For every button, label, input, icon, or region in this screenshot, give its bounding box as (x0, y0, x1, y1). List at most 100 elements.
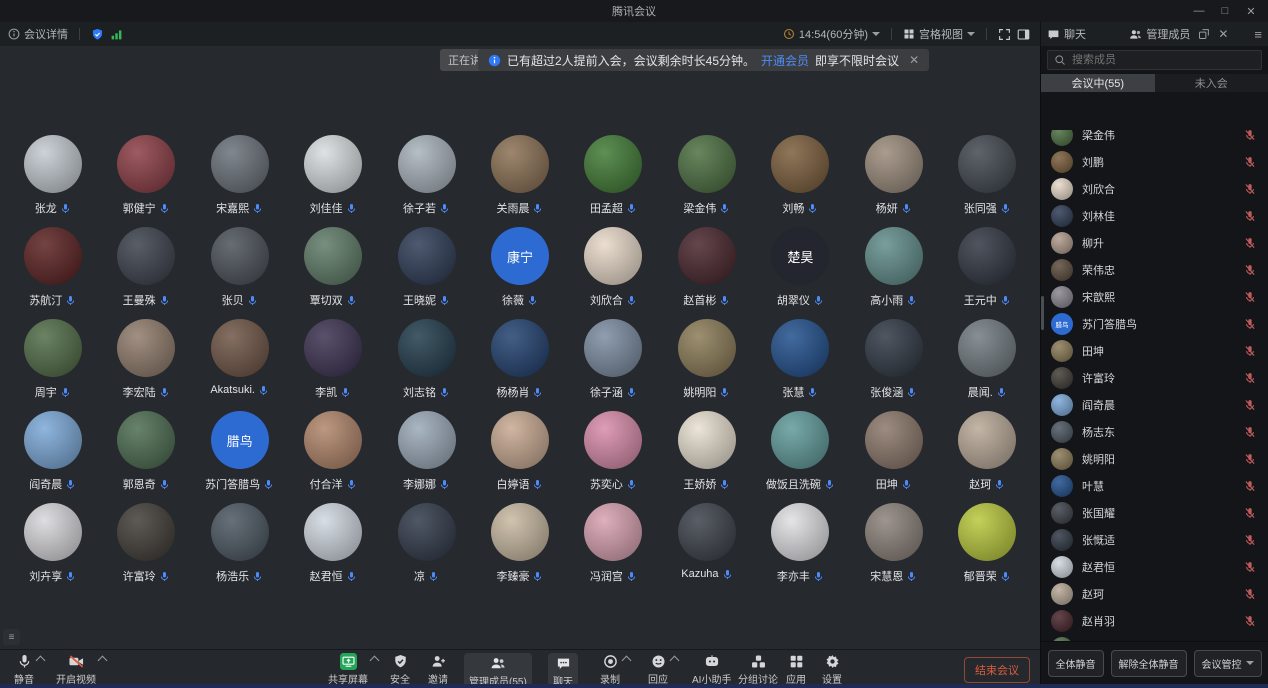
record-button[interactable]: 录制 (600, 653, 620, 686)
apps-button[interactable]: 应用 (786, 653, 806, 686)
member-row[interactable]: 叶慧 (1041, 472, 1268, 499)
participant-tile[interactable]: 凉 (380, 503, 473, 584)
participant-tile[interactable]: 高小雨 (847, 227, 940, 308)
member-row[interactable]: 荣伟忠 (1041, 256, 1268, 283)
participant-tile[interactable]: 腊鸟 苏门答腊鸟 (193, 411, 286, 492)
participant-tile[interactable]: 付合洋 (286, 411, 379, 492)
participant-tile[interactable]: Kazuha (660, 503, 753, 584)
fullscreen-icon[interactable] (998, 28, 1011, 41)
member-row[interactable]: 梁金伟 (1041, 130, 1268, 148)
banner-close-icon[interactable]: ✕ (909, 53, 919, 67)
close-button[interactable]: ✕ (1238, 5, 1264, 18)
meeting-controls-button[interactable]: 会议管控 (1194, 650, 1262, 677)
participant-tile[interactable]: 李宏陆 (99, 319, 192, 400)
manage-members-panel-tab[interactable]: 管理成员 (1129, 26, 1190, 42)
participant-tile[interactable]: 徐子若 (380, 135, 473, 216)
mic-muted-icon[interactable] (1244, 372, 1256, 384)
mic-muted-icon[interactable] (1244, 399, 1256, 411)
mic-muted-icon[interactable] (1244, 130, 1256, 141)
member-row[interactable]: 张慨适 (1041, 526, 1268, 553)
minimize-button[interactable]: — (1186, 5, 1212, 17)
participant-tile[interactable]: 康宁 徐薇 (473, 227, 566, 308)
mic-muted-icon[interactable] (1244, 318, 1256, 330)
mic-muted-icon[interactable] (1244, 237, 1256, 249)
invite-button[interactable]: 邀请 (428, 653, 448, 686)
meeting-details-button[interactable]: 会议详情 (8, 26, 68, 42)
security-shield-icon[interactable] (91, 28, 104, 41)
mic-muted-icon[interactable] (1244, 426, 1256, 438)
mute-button[interactable]: 静音 (14, 653, 34, 686)
mic-muted-icon[interactable] (1244, 210, 1256, 222)
participant-tile[interactable]: 赵首彬 (660, 227, 753, 308)
participant-tile[interactable]: 张慧 (754, 319, 847, 400)
participant-tile[interactable]: 杨浩乐 (193, 503, 286, 584)
reaction-button[interactable]: 回应 (648, 653, 668, 686)
member-row[interactable]: 赵肖羽 (1041, 607, 1268, 634)
mic-muted-icon[interactable] (1244, 345, 1256, 357)
mic-muted-icon[interactable] (1244, 291, 1256, 303)
participant-tile[interactable]: 刘畅 (754, 135, 847, 216)
mic-muted-icon[interactable] (1244, 615, 1256, 627)
ai-assistant-button[interactable]: AI小助手 (692, 653, 731, 686)
mic-muted-icon[interactable] (1244, 183, 1256, 195)
participant-tile[interactable]: 晨闻. (941, 319, 1034, 400)
chevron-up-icon[interactable] (670, 656, 680, 666)
participant-tile[interactable]: 刘卉享 (6, 503, 99, 584)
chat-panel-tab[interactable]: 聊天 (1047, 26, 1086, 42)
member-row[interactable]: 阎奇晨 (1041, 391, 1268, 418)
upgrade-membership-link[interactable]: 开通会员 (761, 52, 809, 69)
participant-tile[interactable]: 田坤 (847, 411, 940, 492)
chevron-up-icon[interactable] (98, 656, 108, 666)
participant-tile[interactable]: 梁金伟 (660, 135, 753, 216)
participant-tile[interactable]: 徐子涵 (567, 319, 660, 400)
popout-panel-icon[interactable] (1198, 28, 1210, 40)
member-tab[interactable]: 未入会 (1155, 74, 1268, 92)
share-screen-button[interactable]: 共享屏幕 (328, 653, 368, 686)
member-row[interactable]: 田坤 (1041, 337, 1268, 364)
participant-tile[interactable]: 姚明阳 (660, 319, 753, 400)
participant-tile[interactable]: 苏航汀 (6, 227, 99, 308)
participant-tile[interactable]: 张同强 (941, 135, 1034, 216)
participant-tile[interactable]: 郭健宁 (99, 135, 192, 216)
panel-collapse-handle[interactable]: ≡ (3, 629, 20, 645)
chat-button[interactable]: 聊天 (548, 653, 578, 688)
participant-tile[interactable]: 刘欣合 (567, 227, 660, 308)
member-row[interactable]: 柳升 (1041, 229, 1268, 256)
participant-tile[interactable]: 苏奕心 (567, 411, 660, 492)
participant-tile[interactable]: 刘佳佳 (286, 135, 379, 216)
member-row[interactable]: 姚明阳 (1041, 445, 1268, 472)
mic-muted-icon[interactable] (1244, 507, 1256, 519)
participant-tile[interactable]: 王元中 (941, 227, 1034, 308)
participant-tile[interactable]: 李娜娜 (380, 411, 473, 492)
participant-tile[interactable]: 关雨晨 (473, 135, 566, 216)
participant-tile[interactable]: 覃切双 (286, 227, 379, 308)
member-row[interactable]: 杨志东 (1041, 418, 1268, 445)
member-row[interactable]: 张国耀 (1041, 499, 1268, 526)
participant-tile[interactable]: 许富玲 (99, 503, 192, 584)
member-row[interactable]: 腊鸟 苏门答腊鸟 (1041, 310, 1268, 337)
scrollbar-thumb[interactable] (1041, 296, 1044, 330)
more-menu-icon[interactable]: ≡ (1254, 27, 1262, 42)
participant-tile[interactable]: 周宇 (6, 319, 99, 400)
settings-button[interactable]: 设置 (822, 653, 842, 686)
participant-tile[interactable]: 郁晋荣 (941, 503, 1034, 584)
participant-tile[interactable]: 郭恩奇 (99, 411, 192, 492)
participant-tile[interactable]: 李臻豪 (473, 503, 566, 584)
participant-tile[interactable]: 杨杨肖 (473, 319, 566, 400)
breakout-rooms-button[interactable]: 分组讨论 (738, 653, 778, 686)
mic-muted-icon[interactable] (1244, 156, 1256, 168)
network-signal-icon[interactable] (110, 28, 123, 41)
participant-tile[interactable]: 田孟超 (567, 135, 660, 216)
mic-muted-icon[interactable] (1244, 534, 1256, 546)
participant-tile[interactable]: 白婷语 (473, 411, 566, 492)
participant-tile[interactable]: 宋慧恩 (847, 503, 940, 584)
participant-tile[interactable]: 做饭且洗碗 (754, 411, 847, 492)
participant-tile[interactable]: 张龙 (6, 135, 99, 216)
participant-tile[interactable]: 阎奇晨 (6, 411, 99, 492)
chevron-up-icon[interactable] (370, 656, 380, 666)
participant-tile[interactable]: 王晓妮 (380, 227, 473, 308)
layout-panel-icon[interactable] (1017, 28, 1030, 41)
participant-tile[interactable]: 冯润宫 (567, 503, 660, 584)
member-row[interactable]: 刘鹏 (1041, 148, 1268, 175)
participant-tile[interactable]: 赵君恒 (286, 503, 379, 584)
